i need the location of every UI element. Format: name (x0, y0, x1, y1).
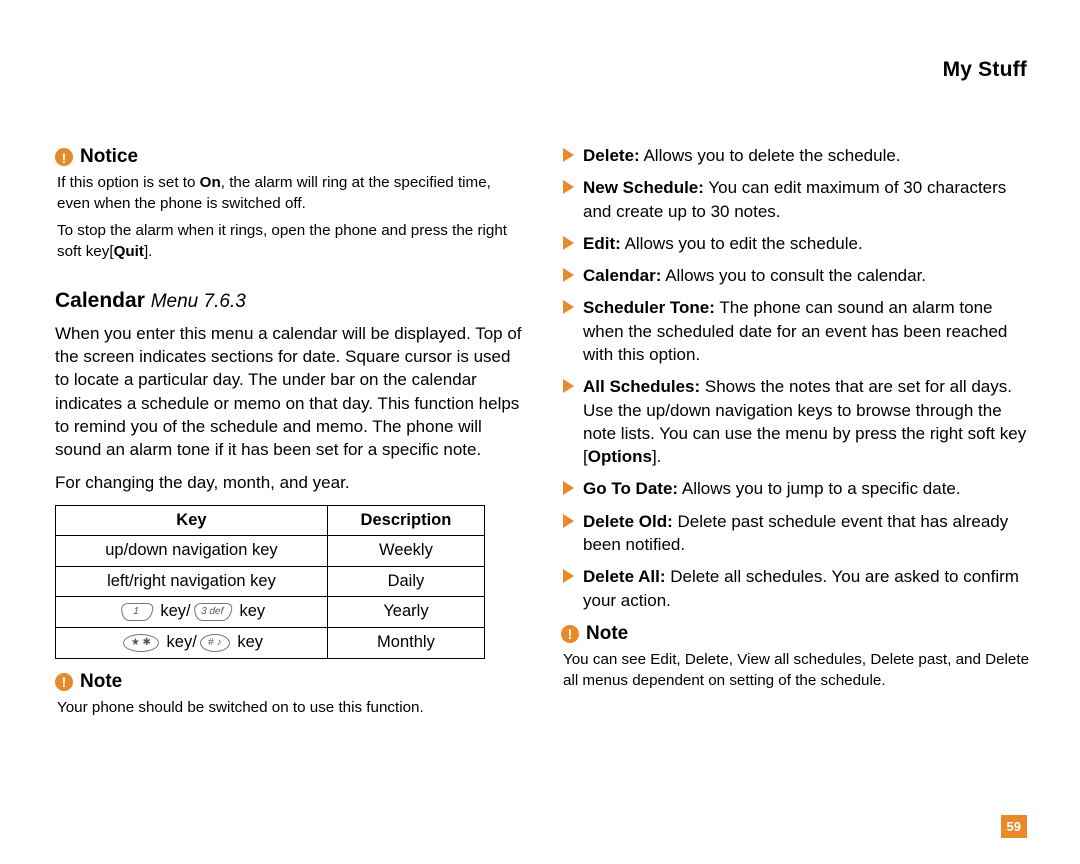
calendar-menu-id: Menu 7.6.3 (151, 291, 246, 312)
cell-desc: Weekly (327, 536, 484, 567)
list-item: Edit: Allows you to edit the schedule. (561, 232, 1031, 255)
triangle-bullet-icon (563, 148, 574, 162)
note-body-right: You can see Edit, Delete, View all sched… (563, 650, 1031, 692)
triangle-bullet-icon (563, 268, 574, 282)
item-text: Allows you to delete the schedule. (640, 146, 901, 165)
item-text: Allows you to consult the calendar. (661, 266, 926, 285)
item-term: Edit: (583, 234, 621, 253)
th-description: Description (327, 505, 484, 536)
notice-bold-on: On (200, 174, 221, 191)
note-heading-right: Note (561, 621, 1031, 647)
page-number: 59 (1001, 815, 1027, 838)
triangle-bullet-icon (563, 379, 574, 393)
item-term: Delete All: (583, 567, 666, 586)
list-item: Delete: Allows you to delete the schedul… (561, 144, 1031, 167)
note-label-right: Note (586, 621, 628, 647)
item-term: All Schedules: (583, 377, 700, 396)
cell-desc: Yearly (327, 597, 484, 628)
notice-heading: Notice (55, 144, 525, 170)
cell-key: up/down navigation key (56, 536, 328, 567)
list-item: Calendar: Allows you to consult the cale… (561, 264, 1031, 287)
triangle-bullet-icon (563, 236, 574, 250)
table-row: up/down navigation key Weekly (56, 536, 485, 567)
cell-key: left/right navigation key (56, 566, 328, 597)
triangle-bullet-icon (563, 180, 574, 194)
cell-desc: Monthly (327, 628, 484, 659)
notice-icon (55, 148, 73, 166)
right-column: Delete: Allows you to delete the schedul… (561, 144, 1031, 725)
item-term: Delete: (583, 146, 640, 165)
manual-page: My Stuff Notice If this option is set to… (55, 58, 1033, 818)
list-item: All Schedules: Shows the notes that are … (561, 375, 1031, 468)
navigation-key-table: Key Description up/down navigation key W… (55, 505, 485, 659)
notice-body-1: If this option is set to On, the alarm w… (57, 173, 525, 215)
key-sep: key/ (162, 633, 197, 651)
keycap-3-icon: 3 def (193, 603, 233, 621)
note-body-left: Your phone should be switched on to use … (57, 698, 525, 719)
item-text: Allows you to jump to a specific date. (678, 479, 961, 498)
table-row: ★ ✱ key/# ♪ key Monthly (56, 628, 485, 659)
item-term: New Schedule: (583, 178, 704, 197)
triangle-bullet-icon (563, 514, 574, 528)
calendar-heading: Calendar Menu 7.6.3 (55, 287, 525, 316)
list-item: Delete Old: Delete past schedule event t… (561, 510, 1031, 557)
cell-key: 1 key/3 def key (56, 597, 328, 628)
keycap-1-icon: 1 (120, 603, 153, 621)
list-item: New Schedule: You can edit maximum of 30… (561, 176, 1031, 223)
triangle-bullet-icon (563, 569, 574, 583)
page-number-box: 59 (1001, 818, 1027, 836)
note-heading-left: Note (55, 669, 525, 695)
options-list: Delete: Allows you to delete the schedul… (561, 144, 1031, 612)
keycap-hash-icon: # ♪ (200, 634, 230, 652)
calendar-paragraph-1: When you enter this menu a calendar will… (55, 322, 525, 462)
cell-desc: Daily (327, 566, 484, 597)
page-header-title: My Stuff (55, 58, 1033, 82)
list-item: Delete All: Delete all schedules. You ar… (561, 565, 1031, 612)
list-item: Scheduler Tone: The phone can sound an a… (561, 296, 1031, 366)
item-term: Calendar: (583, 266, 661, 285)
notice-body-2: To stop the alarm when it rings, open th… (57, 221, 525, 263)
table-row: 1 key/3 def key Yearly (56, 597, 485, 628)
list-item: Go To Date: Allows you to jump to a spec… (561, 477, 1031, 500)
note-icon (561, 625, 579, 643)
note-icon (55, 673, 73, 691)
notice-text-2c: ]. (144, 243, 152, 260)
calendar-title: Calendar (55, 289, 145, 312)
key-suffix: key (235, 602, 265, 620)
item-term: Delete Old: (583, 512, 673, 531)
item-text: Allows you to edit the schedule. (621, 234, 863, 253)
key-sep: key/ (156, 602, 191, 620)
item-text-c: ]. (652, 447, 661, 466)
cell-key: ★ ✱ key/# ♪ key (56, 628, 328, 659)
triangle-bullet-icon (563, 300, 574, 314)
triangle-bullet-icon (563, 481, 574, 495)
table-row: left/right navigation key Daily (56, 566, 485, 597)
calendar-paragraph-2: For changing the day, month, and year. (55, 471, 525, 494)
note-label-left: Note (80, 669, 122, 695)
item-term: Go To Date: (583, 479, 678, 498)
table-header-row: Key Description (56, 505, 485, 536)
key-suffix: key (233, 633, 263, 651)
notice-text-1a: If this option is set to (57, 174, 200, 191)
item-bold-options: Options (588, 447, 652, 466)
two-column-layout: Notice If this option is set to On, the … (55, 144, 1033, 725)
notice-bold-quit: Quit (114, 243, 144, 260)
th-key: Key (56, 505, 328, 536)
keycap-star-icon: ★ ✱ (123, 634, 159, 652)
notice-label: Notice (80, 144, 138, 170)
item-term: Scheduler Tone: (583, 298, 715, 317)
left-column: Notice If this option is set to On, the … (55, 144, 525, 725)
